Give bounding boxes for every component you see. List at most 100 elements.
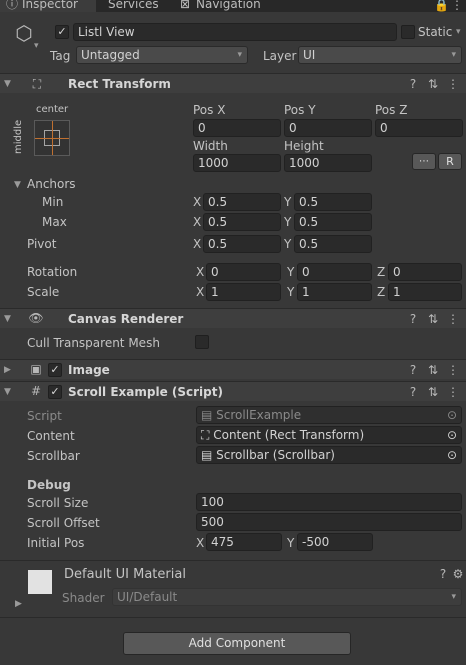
material-gear-icon[interactable]: ⚙ <box>452 567 464 581</box>
rot-y-axis-label: Y <box>287 265 295 279</box>
canvas-renderer-fold-icon[interactable]: ▼ <box>4 313 11 325</box>
anchor-min-y-field[interactable]: 0.5 <box>294 193 372 211</box>
active-checkbox[interactable]: ✓ <box>55 25 69 39</box>
scroll-example-fold-icon[interactable]: ▼ <box>4 386 11 398</box>
material-name: Default UI Material <box>64 567 186 582</box>
material-preview-swatch <box>28 570 52 594</box>
component-menu-icon[interactable]: ⋮ <box>447 363 459 377</box>
layer-dropdown[interactable]: UI ▾ <box>298 46 462 64</box>
height-field[interactable]: 1000 <box>284 154 372 172</box>
component-menu-icon[interactable]: ⋮ <box>447 385 459 399</box>
script-hash-icon: # <box>30 384 42 398</box>
scroll-example-enabled-checkbox[interactable]: ✓ <box>48 385 62 399</box>
tag-value: Untagged <box>81 48 140 62</box>
rect-transform-icon: ⛶ <box>32 77 42 91</box>
pivot-x-field[interactable]: 0.5 <box>203 235 281 253</box>
anchor-max-x-field[interactable]: 0.5 <box>203 213 281 231</box>
lock-icon[interactable]: 🔒 <box>434 0 449 12</box>
presets-icon[interactable]: ⇅ <box>427 312 439 326</box>
gameobject-cube-icon[interactable]: ⬡ <box>12 22 36 46</box>
rect-transform-header[interactable]: ▼ ⛶ Rect Transform ? ⇅ ⋮ <box>0 73 466 93</box>
image-title: Image <box>68 363 110 377</box>
add-component-button[interactable]: Add Component <box>123 632 351 655</box>
presets-icon[interactable]: ⇅ <box>427 77 439 91</box>
pos-y-field[interactable]: 0 <box>284 119 372 137</box>
initial-pos-x-field[interactable]: 475 <box>206 533 282 551</box>
pivot-y-field[interactable]: 0.5 <box>294 235 372 253</box>
pos-z-label: Pos Z <box>375 103 408 117</box>
image-header[interactable]: ▶ ▣ ✓ Image ? ⇅ ⋮ <box>0 359 466 379</box>
tab-navigation[interactable]: ⊠ Navigation <box>178 0 268 12</box>
static-checkbox[interactable] <box>401 25 415 39</box>
pos-x-field[interactable]: 0 <box>193 119 281 137</box>
static-dropdown-icon[interactable]: ▾ <box>456 26 461 38</box>
debug-header: Debug <box>27 478 71 492</box>
pivot-x-axis-label: X <box>193 237 202 251</box>
shader-dropdown[interactable]: UI/Default ▾ <box>112 588 462 606</box>
anchor-horizontal-label: center <box>36 104 69 115</box>
min-x-axis-label: X <box>193 195 202 209</box>
rotation-x-field[interactable]: 0 <box>206 263 281 281</box>
component-menu-icon[interactable]: ⋮ <box>447 312 459 326</box>
rotation-y-field[interactable]: 0 <box>297 263 372 281</box>
scroll-offset-field[interactable]: 500 <box>196 513 462 531</box>
tag-chevron-down-icon: ▾ <box>237 50 242 60</box>
initial-x-axis-label: X <box>196 536 205 550</box>
initial-y-axis-label: Y <box>287 536 295 550</box>
anchor-preset-button[interactable] <box>34 120 70 156</box>
component-menu-icon[interactable]: ⋮ <box>447 77 459 91</box>
width-field[interactable]: 1000 <box>193 154 281 172</box>
height-label: Height <box>284 139 324 153</box>
canvas-renderer-header[interactable]: ▼ 👁 Canvas Renderer ? ⇅ ⋮ <box>0 308 466 328</box>
tag-label: Tag <box>50 49 71 63</box>
image-fold-icon[interactable]: ▶ <box>4 364 11 376</box>
inspector-icon: ⓘ <box>6 0 19 11</box>
icon-dropdown-icon[interactable]: ▾ <box>34 40 39 52</box>
rect-transform-fold-icon[interactable]: ▼ <box>4 78 11 90</box>
material-help-icon[interactable]: ? <box>437 567 449 581</box>
scroll-size-field[interactable]: 100 <box>196 493 462 511</box>
raw-edit-button[interactable]: R <box>438 153 462 170</box>
rot-z-axis-label: Z <box>377 265 386 279</box>
tab-inspector[interactable]: ⓘ Inspector <box>0 0 96 12</box>
presets-icon[interactable]: ⇅ <box>427 363 439 377</box>
tag-dropdown[interactable]: Untagged ▾ <box>76 46 248 64</box>
scale-y-field[interactable]: 1 <box>297 283 372 301</box>
tab-services-label: Services <box>108 0 159 11</box>
cull-transparent-mesh-label: Cull Transparent Mesh <box>27 336 160 350</box>
scroll-example-header[interactable]: ▼ # ✓ Scroll Example (Script) ? ⇅ ⋮ <box>0 381 466 401</box>
rotation-z-field[interactable]: 0 <box>388 263 462 281</box>
tab-services[interactable]: Services <box>108 0 172 12</box>
tab-menu-icon[interactable]: ⋮ <box>450 0 464 12</box>
material-fold-icon[interactable]: ▶ <box>15 598 22 610</box>
pivot-label: Pivot <box>27 237 57 251</box>
anchors-fold-icon[interactable]: ▼ <box>14 179 21 191</box>
anchor-max-y-field[interactable]: 0.5 <box>294 213 372 231</box>
image-enabled-checkbox[interactable]: ✓ <box>48 363 62 377</box>
navigation-icon: ⊠ <box>180 0 191 11</box>
scrollbar-field[interactable]: ▤ Scrollbar (Scrollbar) ⊙ <box>196 446 462 464</box>
cull-transparent-mesh-checkbox[interactable] <box>195 335 209 349</box>
object-name-field[interactable]: Listl View <box>73 23 397 41</box>
min-y-axis-label: Y <box>284 195 292 209</box>
initial-pos-y-field[interactable]: -500 <box>297 533 373 551</box>
anchor-min-x-field[interactable]: 0.5 <box>203 193 281 211</box>
help-icon[interactable]: ? <box>407 77 419 91</box>
pos-z-field[interactable]: 0 <box>375 119 463 137</box>
image-icon: ▣ <box>30 362 42 376</box>
content-field[interactable]: ⛶ Content (Rect Transform) ⊙ <box>196 426 462 444</box>
content-label: Content <box>27 429 75 443</box>
blueprint-mode-button[interactable]: ⋯ <box>412 153 436 170</box>
help-icon[interactable]: ? <box>407 385 419 399</box>
help-icon[interactable]: ? <box>407 363 419 377</box>
content-value: Content (Rect Transform) <box>213 428 365 442</box>
presets-icon[interactable]: ⇅ <box>427 385 439 399</box>
anchors-label: Anchors <box>27 177 76 191</box>
scrollbar-target-icon[interactable]: ⊙ <box>447 447 457 463</box>
help-icon[interactable]: ? <box>407 312 419 326</box>
scale-z-field[interactable]: 1 <box>388 283 462 301</box>
scale-x-field[interactable]: 1 <box>206 283 281 301</box>
anchor-max-label: Max <box>42 215 67 229</box>
content-target-icon[interactable]: ⊙ <box>447 427 457 443</box>
layer-label: Layer <box>263 49 297 63</box>
